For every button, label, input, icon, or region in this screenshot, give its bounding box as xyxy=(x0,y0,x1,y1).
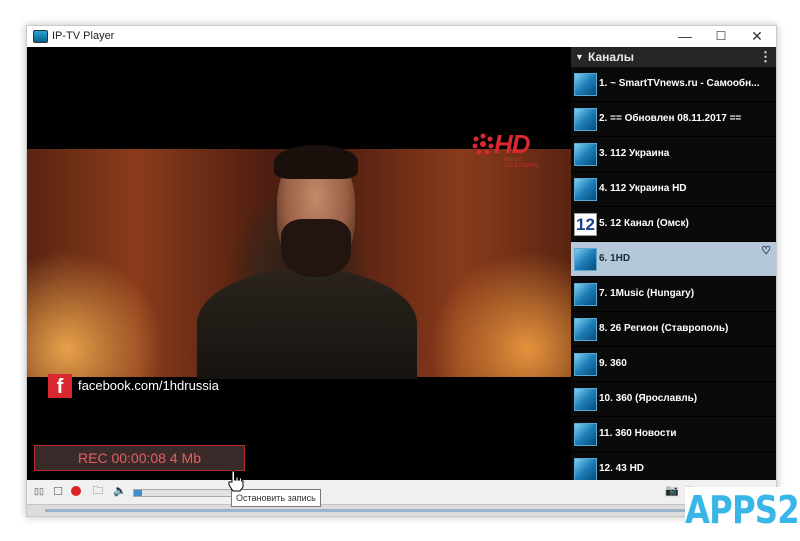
watermark-text: APPS24 xyxy=(685,488,800,532)
channel-thumbnail-icon xyxy=(574,423,597,446)
channel-panel: ▼ Каналы ⋮ 1. ~ SmartTVnews.ru - Самообн… xyxy=(571,47,776,480)
recording-indicator: REC 00:00:08 4 Mb xyxy=(34,445,245,471)
watermark: APPS24 xyxy=(685,487,800,533)
channel-panel-title: Каналы xyxy=(588,50,634,64)
channel-label: 5. 12 Канал (Омск) xyxy=(599,218,689,229)
stop-button[interactable]: □ xyxy=(51,484,65,498)
channel-label: 4. 112 Украина HD xyxy=(599,183,687,194)
collapse-triangle-icon[interactable]: ▼ xyxy=(575,47,584,67)
channel-logo-text: 12 xyxy=(576,215,595,234)
title-bar[interactable]: IP-TV Player — ☐ ✕ xyxy=(27,26,776,47)
channel-item[interactable]: 12 5. 12 Канал (Омск) xyxy=(571,207,776,241)
channel-item[interactable]: 8. 26 Регион (Ставрополь) xyxy=(571,312,776,346)
channel-item[interactable]: 1. ~ SmartTVnews.ru - Самообн... xyxy=(571,67,776,101)
maximize-button[interactable]: ☐ xyxy=(703,26,739,47)
hand-cursor-icon xyxy=(228,470,244,492)
channel-thumbnail-icon xyxy=(574,388,597,411)
channel-label: 3. 112 Украина xyxy=(599,148,670,159)
minimize-button[interactable]: — xyxy=(667,26,703,47)
logo-dots-icon xyxy=(472,133,494,155)
channel-item[interactable]: 7. 1Music (Hungary) xyxy=(571,277,776,311)
channel-thumbnail-icon xyxy=(574,248,597,271)
channel-thumbnail-icon xyxy=(574,353,597,376)
record-button[interactable] xyxy=(71,486,81,496)
favorite-heart-icon[interactable]: ♡ xyxy=(761,234,771,268)
channel-label: 7. 1Music (Hungary) xyxy=(599,288,695,299)
channel-panel-header[interactable]: ▼ Каналы ⋮ xyxy=(571,47,776,67)
channel-label: 1. ~ SmartTVnews.ru - Самообн... xyxy=(599,78,760,89)
window-title: IP-TV Player xyxy=(52,30,115,42)
open-folder-button[interactable]: 🗀 xyxy=(91,484,105,498)
channel-thumbnail-icon xyxy=(574,458,597,480)
channel-label: 8. 26 Регион (Ставрополь) xyxy=(599,323,729,334)
person-hair xyxy=(274,145,358,179)
facebook-icon: f xyxy=(48,374,72,398)
channel-thumbnail-icon xyxy=(574,108,597,131)
channel-item[interactable]: 11. 360 Новости xyxy=(571,417,776,451)
person-beard xyxy=(281,219,351,277)
video-area[interactable]: HD MUSIC TELEVISION f facebook.com/1hdru… xyxy=(27,47,571,480)
person-body xyxy=(197,269,417,379)
seek-bar[interactable] xyxy=(45,509,735,512)
status-bar xyxy=(27,504,776,516)
logo-text: HD xyxy=(494,129,531,159)
channel-logo: HD MUSIC TELEVISION xyxy=(470,129,550,169)
channel-item[interactable]: 12. 43 HD xyxy=(571,452,776,480)
channel-item[interactable]: 2. == Обновлен 08.11.2017 == xyxy=(571,102,776,136)
channel-item[interactable]: 9. 360 xyxy=(571,347,776,381)
close-button[interactable]: ✕ xyxy=(739,26,775,47)
channel-thumbnail-icon xyxy=(574,178,597,201)
channel-label: 10. 360 (Ярославль) xyxy=(599,393,698,404)
channel-label: 6. 1HD xyxy=(599,253,631,264)
control-bar: ▯▯ □ 🗀 🔈 📷 ▤ xyxy=(27,480,776,504)
channel-thumbnail-icon xyxy=(574,318,597,341)
snapshot-button[interactable]: 📷 xyxy=(665,484,679,498)
channel-item[interactable]: 10. 360 (Ярославль) xyxy=(571,382,776,416)
volume-fill xyxy=(134,490,142,496)
channel-thumbnail-icon xyxy=(574,283,597,306)
channel-thumbnail-icon xyxy=(574,73,597,96)
channel-label: 9. 360 xyxy=(599,358,627,369)
channel-label: 11. 360 Новости xyxy=(599,428,677,439)
channel-item-selected[interactable]: 6. 1HD ♡ xyxy=(571,242,776,276)
channel-label: 2. == Обновлен 08.11.2017 == xyxy=(599,113,742,124)
channel-item[interactable]: 3. 112 Украина xyxy=(571,137,776,171)
channel-12-logo-icon: 12 xyxy=(574,213,597,236)
volume-icon[interactable]: 🔈 xyxy=(113,484,127,498)
video-frame xyxy=(27,145,571,379)
channel-item[interactable]: 4. 112 Украина HD xyxy=(571,172,776,206)
panel-menu-icon[interactable]: ⋮ xyxy=(759,47,772,67)
player-window: IP-TV Player — ☐ ✕ HD MUSIC TELEVISION f… xyxy=(26,25,777,517)
app-tv-icon xyxy=(33,30,48,43)
social-text: facebook.com/1hdrussia xyxy=(78,378,219,393)
channel-thumbnail-icon xyxy=(574,143,597,166)
pause-button[interactable]: ▯▯ xyxy=(32,484,46,498)
channel-list: 1. ~ SmartTVnews.ru - Самообн... 2. == О… xyxy=(571,67,776,480)
logo-subtext: MUSIC TELEVISION xyxy=(504,157,539,169)
channel-label: 12. 43 HD xyxy=(599,463,645,474)
